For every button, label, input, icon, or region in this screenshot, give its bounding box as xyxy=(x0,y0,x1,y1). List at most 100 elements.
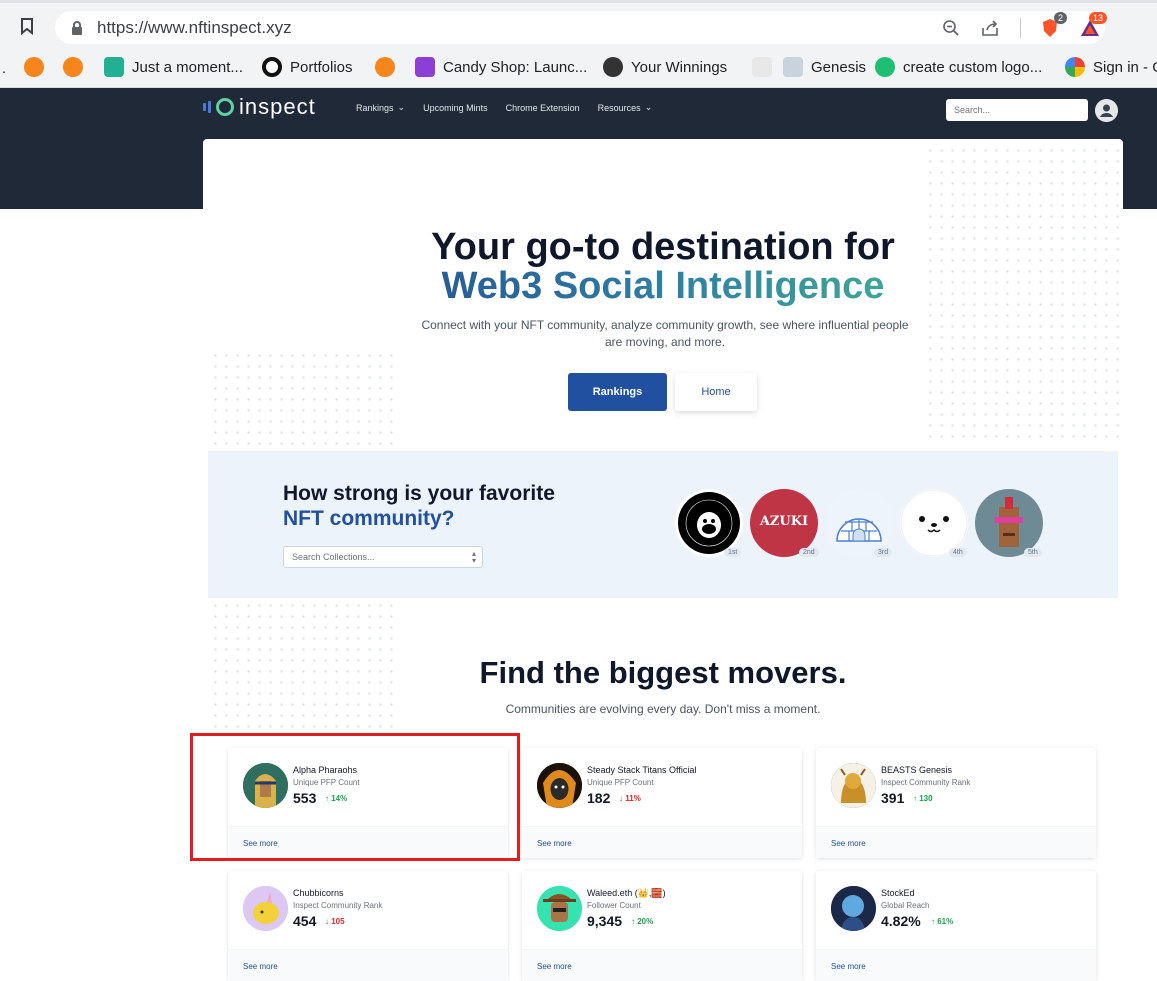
bookmark-fox-2[interactable] xyxy=(63,57,83,77)
logo-text: inspect xyxy=(239,94,316,119)
bookmark-label: Your Winnings xyxy=(631,58,728,76)
seal-avatar[interactable] xyxy=(900,489,968,557)
nav-upcoming-mints[interactable]: Upcoming Mints xyxy=(423,102,488,113)
mover-card[interactable]: Chubbicorns Inspect Community Rank 454 ↓… xyxy=(228,871,508,981)
mover-name: Chubbicorns xyxy=(293,888,344,898)
titan-avatar xyxy=(537,763,582,808)
mover-delta: ↓ 105 xyxy=(325,917,345,926)
bookmark-label: Portfolios xyxy=(290,58,353,76)
igloo-avatar[interactable] xyxy=(825,489,893,557)
delta-value: 20% xyxy=(637,917,654,926)
mover-name: Steady Stack Titans Official xyxy=(587,765,697,775)
waleed-avatar xyxy=(537,886,582,931)
bookmark-portfolios[interactable]: Portfolios xyxy=(262,57,353,77)
see-more-link[interactable]: See more xyxy=(831,839,866,848)
mover-card[interactable]: Waleed.eth (👑,🧱) Follower Count 9,345 ↑ … xyxy=(522,871,802,981)
bookmark-label: Candy Shop: Launc... xyxy=(443,58,588,76)
dot-pattern xyxy=(210,350,400,450)
rankings-button[interactable]: Rankings xyxy=(568,373,667,411)
bookmark-label: Just a moment... xyxy=(132,58,243,76)
google-icon xyxy=(1065,57,1085,77)
delta-value: 130 xyxy=(919,794,933,803)
delta-value: 61% xyxy=(937,917,954,926)
bookmark-just-a-moment[interactable]: Just a moment... xyxy=(104,57,243,77)
movers-subtitle: Communities are evolving every day. Don'… xyxy=(505,702,821,716)
select-arrows-icon: ▴ ▾ xyxy=(471,549,476,565)
bookmark-genesis[interactable]: Genesis xyxy=(783,57,866,77)
chevron-down-icon: ⌄ xyxy=(397,102,406,112)
delta-value: 105 xyxy=(331,917,345,926)
see-more-link[interactable]: See more xyxy=(831,962,866,971)
nav-label: Rankings xyxy=(356,102,394,113)
punk-avatar[interactable] xyxy=(975,489,1043,557)
hero-subtitle: Connect with your NFT community, analyze… xyxy=(421,318,909,349)
bookmark-fox-1[interactable] xyxy=(24,57,44,77)
mover-delta: ↓ 11% xyxy=(619,794,641,803)
rank-badge: 1st xyxy=(724,548,742,557)
candy-shop-icon xyxy=(415,57,435,77)
fiverr-icon xyxy=(875,57,895,77)
hero-title-gradient: Web3 Social Intelligence xyxy=(203,265,1123,308)
nav-label: Resources xyxy=(597,102,641,113)
nav-resources[interactable]: Resources ⌄ xyxy=(598,102,653,113)
brave-rewards-icon[interactable]: 13 xyxy=(1079,12,1107,39)
mover-card[interactable]: StockEd Global Reach 4.82% ↑ 61% See mor… xyxy=(816,871,1096,981)
user-avatar-icon[interactable] xyxy=(1095,99,1118,122)
mover-value: 4.82% xyxy=(881,913,921,929)
bookmark-custom-logo[interactable]: create custom logo... xyxy=(875,57,1042,77)
nav-rankings[interactable]: Rankings ⌄ xyxy=(356,102,405,113)
mover-name: BEASTS Genesis xyxy=(881,765,953,775)
bookmark-label: Genesis xyxy=(811,58,867,76)
nav-chrome-extension[interactable]: Chrome Extension xyxy=(506,102,580,113)
brave-shield-icon[interactable]: 2 xyxy=(1039,12,1067,39)
bookmark-blank[interactable] xyxy=(752,57,772,77)
rank-badge: 3rd xyxy=(874,548,893,557)
mover-card[interactable]: BEASTS Genesis Inspect Community Rank 39… xyxy=(816,748,1096,858)
mover-metric: Unique PFP Count xyxy=(587,778,654,787)
page-icon xyxy=(752,57,772,77)
inspect-logo[interactable]: inspect xyxy=(203,94,316,120)
zoom-icon[interactable] xyxy=(940,17,962,39)
mover-name: StockEd xyxy=(881,888,915,898)
browser-toolbar: https://www.nftinspect.xyz 2 13 xyxy=(0,0,1157,48)
ape-icon xyxy=(603,57,623,77)
nav-label: Chrome Extension xyxy=(505,102,580,113)
movers-title: Find the biggest movers. xyxy=(479,655,847,690)
mover-metric: Global Reach xyxy=(881,901,930,910)
lock-icon[interactable] xyxy=(71,21,83,35)
mover-name: Waleed.eth (👑,🧱) xyxy=(587,888,666,898)
bookmark-candy-shop[interactable]: Candy Shop: Launc... xyxy=(415,57,587,77)
mover-delta: ↑ 20% xyxy=(631,917,653,926)
see-more-link[interactable]: See more xyxy=(243,962,278,971)
kucoin-icon xyxy=(104,57,124,77)
fox-icon xyxy=(375,57,395,77)
see-more-link[interactable]: See more xyxy=(537,962,572,971)
bookmark-your-winnings[interactable]: Your Winnings xyxy=(603,57,727,77)
beast-avatar xyxy=(831,763,876,808)
annotation-highlight-box xyxy=(190,733,520,861)
mover-card[interactable]: Steady Stack Titans Official Unique PFP … xyxy=(522,748,802,858)
bookmark-icon[interactable] xyxy=(18,17,36,35)
url-text[interactable]: https://www.nftinspect.xyz xyxy=(97,18,292,38)
rank-badge: 5th xyxy=(1024,548,1042,557)
main-nav: Rankings ⌄ Upcoming Mints Chrome Extensio… xyxy=(356,102,652,113)
brave-badge: 2 xyxy=(1053,12,1067,24)
home-button[interactable]: Home xyxy=(675,373,757,411)
bookmark-overflow-dot: . xyxy=(2,60,6,76)
mover-value: 391 xyxy=(881,790,905,806)
bookmark-fox-3[interactable] xyxy=(375,57,395,77)
community-question-highlight: NFT community? xyxy=(283,507,455,530)
mover-value: 454 xyxy=(293,913,317,929)
bookmark-google-sign-in[interactable]: Sign in - G xyxy=(1065,57,1157,77)
rank-badge: 2nd xyxy=(799,548,819,557)
bored-ape-avatar[interactable] xyxy=(675,489,743,557)
search-collections-select[interactable]: Search Collections... ▴ ▾ xyxy=(283,546,483,568)
rewards-badge: 13 xyxy=(1088,12,1107,24)
azuki-avatar[interactable]: AZUKI xyxy=(750,489,818,557)
mover-delta: ↑ 130 xyxy=(913,794,933,803)
stocked-avatar xyxy=(831,886,876,931)
see-more-link[interactable]: See more xyxy=(537,839,572,848)
share-icon[interactable] xyxy=(980,17,1002,39)
site-search-input[interactable] xyxy=(946,99,1088,121)
select-placeholder: Search Collections... xyxy=(292,552,375,562)
